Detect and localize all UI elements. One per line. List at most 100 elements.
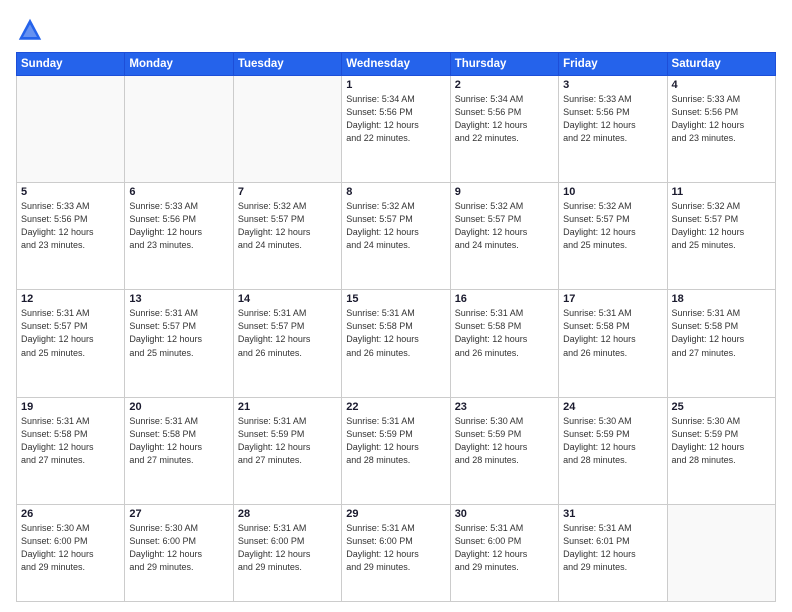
day-cell: 12 Sunrise: 5:31 AM Sunset: 5:57 PM Dayli… — [17, 290, 125, 397]
day-number: 23 — [455, 401, 554, 413]
day-number: 4 — [672, 79, 771, 91]
day-info: Sunrise: 5:31 AM Sunset: 5:58 PM Dayligh… — [21, 415, 120, 467]
day-info: Sunrise: 5:31 AM Sunset: 6:00 PM Dayligh… — [346, 522, 445, 574]
day-number: 5 — [21, 186, 120, 198]
day-cell — [125, 76, 233, 183]
day-cell: 8 Sunrise: 5:32 AM Sunset: 5:57 PM Daylig… — [342, 183, 450, 290]
day-info: Sunrise: 5:32 AM Sunset: 5:57 PM Dayligh… — [346, 200, 445, 252]
weekday-monday: Monday — [125, 53, 233, 76]
week-row-1: 1Sunrise: 5:34 AM Sunset: 5:56 PM Daylig… — [17, 76, 776, 183]
day-number: 16 — [455, 293, 554, 305]
day-number: 27 — [129, 508, 228, 520]
day-cell: 7 Sunrise: 5:32 AM Sunset: 5:57 PM Daylig… — [233, 183, 341, 290]
day-cell — [233, 76, 341, 183]
day-number: 13 — [129, 293, 228, 305]
day-number: 14 — [238, 293, 337, 305]
day-number: 24 — [563, 401, 662, 413]
day-number: 2 — [455, 79, 554, 91]
day-number: 18 — [672, 293, 771, 305]
weekday-thursday: Thursday — [450, 53, 558, 76]
day-cell — [17, 76, 125, 183]
day-info: Sunrise: 5:33 AM Sunset: 5:56 PM Dayligh… — [672, 93, 771, 145]
day-info: Sunrise: 5:33 AM Sunset: 5:56 PM Dayligh… — [129, 200, 228, 252]
day-cell: 9 Sunrise: 5:32 AM Sunset: 5:57 PM Daylig… — [450, 183, 558, 290]
day-info: Sunrise: 5:30 AM Sunset: 6:00 PM Dayligh… — [129, 522, 228, 574]
header — [16, 16, 776, 44]
logo — [16, 16, 48, 44]
day-info: Sunrise: 5:32 AM Sunset: 5:57 PM Dayligh… — [672, 200, 771, 252]
day-number: 30 — [455, 508, 554, 520]
day-cell: 2Sunrise: 5:34 AM Sunset: 5:56 PM Daylig… — [450, 76, 558, 183]
weekday-header-row: SundayMondayTuesdayWednesdayThursdayFrid… — [17, 53, 776, 76]
weekday-sunday: Sunday — [17, 53, 125, 76]
day-cell: 3 Sunrise: 5:33 AM Sunset: 5:56 PM Daylig… — [559, 76, 667, 183]
day-info: Sunrise: 5:31 AM Sunset: 5:58 PM Dayligh… — [672, 307, 771, 359]
day-cell: 15 Sunrise: 5:31 AM Sunset: 5:58 PM Dayli… — [342, 290, 450, 397]
day-info: Sunrise: 5:32 AM Sunset: 5:57 PM Dayligh… — [238, 200, 337, 252]
day-cell: 10 Sunrise: 5:32 AM Sunset: 5:57 PM Dayli… — [559, 183, 667, 290]
day-cell: 25Sunrise: 5:30 AM Sunset: 5:59 PM Dayli… — [667, 397, 775, 504]
day-info: Sunrise: 5:31 AM Sunset: 5:57 PM Dayligh… — [238, 307, 337, 359]
day-cell: 11Sunrise: 5:32 AM Sunset: 5:57 PM Dayli… — [667, 183, 775, 290]
day-info: Sunrise: 5:31 AM Sunset: 5:59 PM Dayligh… — [238, 415, 337, 467]
day-info: Sunrise: 5:30 AM Sunset: 6:00 PM Dayligh… — [21, 522, 120, 574]
day-info: Sunrise: 5:31 AM Sunset: 5:59 PM Dayligh… — [346, 415, 445, 467]
weekday-tuesday: Tuesday — [233, 53, 341, 76]
day-info: Sunrise: 5:31 AM Sunset: 5:58 PM Dayligh… — [455, 307, 554, 359]
day-number: 22 — [346, 401, 445, 413]
day-info: Sunrise: 5:31 AM Sunset: 5:57 PM Dayligh… — [21, 307, 120, 359]
day-cell: 31 Sunrise: 5:31 AM Sunset: 6:01 PM Dayli… — [559, 504, 667, 601]
page: SundayMondayTuesdayWednesdayThursdayFrid… — [0, 0, 792, 612]
day-cell: 23 Sunrise: 5:30 AM Sunset: 5:59 PM Dayli… — [450, 397, 558, 504]
day-cell — [667, 504, 775, 601]
day-cell: 17Sunrise: 5:31 AM Sunset: 5:58 PM Dayli… — [559, 290, 667, 397]
day-info: Sunrise: 5:33 AM Sunset: 5:56 PM Dayligh… — [21, 200, 120, 252]
day-cell: 27 Sunrise: 5:30 AM Sunset: 6:00 PM Dayli… — [125, 504, 233, 601]
day-cell: 22 Sunrise: 5:31 AM Sunset: 5:59 PM Dayli… — [342, 397, 450, 504]
day-cell: 13 Sunrise: 5:31 AM Sunset: 5:57 PM Dayli… — [125, 290, 233, 397]
day-info: Sunrise: 5:32 AM Sunset: 5:57 PM Dayligh… — [563, 200, 662, 252]
day-number: 19 — [21, 401, 120, 413]
calendar-table: SundayMondayTuesdayWednesdayThursdayFrid… — [16, 52, 776, 602]
day-cell: 26Sunrise: 5:30 AM Sunset: 6:00 PM Dayli… — [17, 504, 125, 601]
day-number: 3 — [563, 79, 662, 91]
day-info: Sunrise: 5:30 AM Sunset: 5:59 PM Dayligh… — [563, 415, 662, 467]
day-cell: 4 Sunrise: 5:33 AM Sunset: 5:56 PM Daylig… — [667, 76, 775, 183]
day-number: 10 — [563, 186, 662, 198]
day-number: 6 — [129, 186, 228, 198]
day-info: Sunrise: 5:31 AM Sunset: 6:00 PM Dayligh… — [238, 522, 337, 574]
day-info: Sunrise: 5:31 AM Sunset: 5:58 PM Dayligh… — [129, 415, 228, 467]
day-number: 8 — [346, 186, 445, 198]
day-info: Sunrise: 5:31 AM Sunset: 5:58 PM Dayligh… — [346, 307, 445, 359]
day-cell: 5 Sunrise: 5:33 AM Sunset: 5:56 PM Daylig… — [17, 183, 125, 290]
day-info: Sunrise: 5:33 AM Sunset: 5:56 PM Dayligh… — [563, 93, 662, 145]
day-info: Sunrise: 5:34 AM Sunset: 5:56 PM Dayligh… — [346, 93, 445, 145]
week-row-4: 19 Sunrise: 5:31 AM Sunset: 5:58 PM Dayli… — [17, 397, 776, 504]
week-row-5: 26Sunrise: 5:30 AM Sunset: 6:00 PM Dayli… — [17, 504, 776, 601]
day-cell: 1Sunrise: 5:34 AM Sunset: 5:56 PM Daylig… — [342, 76, 450, 183]
day-info: Sunrise: 5:31 AM Sunset: 6:01 PM Dayligh… — [563, 522, 662, 574]
day-cell: 18 Sunrise: 5:31 AM Sunset: 5:58 PM Dayli… — [667, 290, 775, 397]
week-row-3: 12 Sunrise: 5:31 AM Sunset: 5:57 PM Dayli… — [17, 290, 776, 397]
day-cell: 20Sunrise: 5:31 AM Sunset: 5:58 PM Dayli… — [125, 397, 233, 504]
day-number: 28 — [238, 508, 337, 520]
day-cell: 14 Sunrise: 5:31 AM Sunset: 5:57 PM Dayli… — [233, 290, 341, 397]
day-cell: 6 Sunrise: 5:33 AM Sunset: 5:56 PM Daylig… — [125, 183, 233, 290]
weekday-saturday: Saturday — [667, 53, 775, 76]
day-number: 15 — [346, 293, 445, 305]
day-number: 12 — [21, 293, 120, 305]
day-info: Sunrise: 5:31 AM Sunset: 5:57 PM Dayligh… — [129, 307, 228, 359]
logo-icon — [16, 16, 44, 44]
day-number: 7 — [238, 186, 337, 198]
day-number: 9 — [455, 186, 554, 198]
week-row-2: 5 Sunrise: 5:33 AM Sunset: 5:56 PM Daylig… — [17, 183, 776, 290]
day-number: 31 — [563, 508, 662, 520]
day-cell: 16 Sunrise: 5:31 AM Sunset: 5:58 PM Dayli… — [450, 290, 558, 397]
day-cell: 29 Sunrise: 5:31 AM Sunset: 6:00 PM Dayli… — [342, 504, 450, 601]
day-number: 25 — [672, 401, 771, 413]
day-cell: 30Sunrise: 5:31 AM Sunset: 6:00 PM Dayli… — [450, 504, 558, 601]
day-number: 29 — [346, 508, 445, 520]
day-info: Sunrise: 5:30 AM Sunset: 5:59 PM Dayligh… — [455, 415, 554, 467]
day-cell: 21Sunrise: 5:31 AM Sunset: 5:59 PM Dayli… — [233, 397, 341, 504]
day-info: Sunrise: 5:32 AM Sunset: 5:57 PM Dayligh… — [455, 200, 554, 252]
